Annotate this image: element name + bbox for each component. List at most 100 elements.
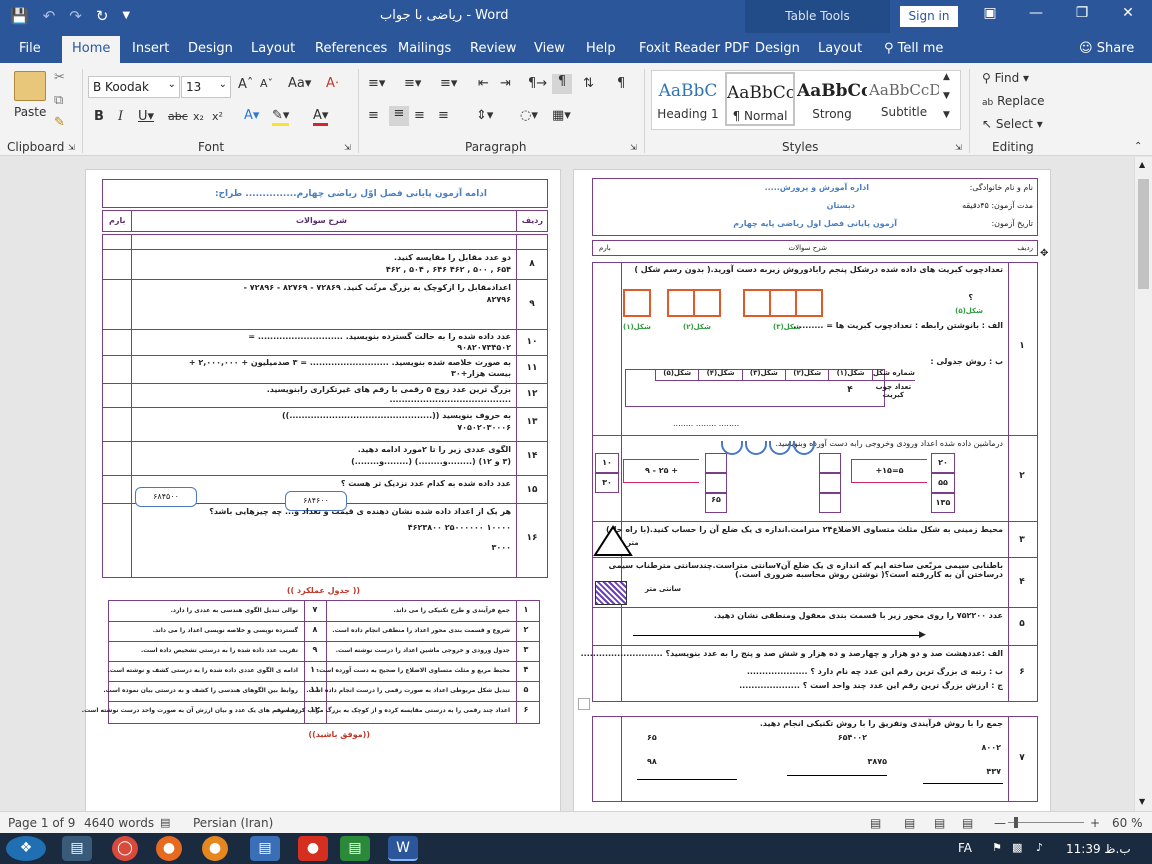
align-center-icon[interactable]: ≡ (389, 106, 409, 126)
vertical-scrollbar[interactable]: ▲ ▼ (1134, 157, 1152, 811)
app-icon-7[interactable]: ▤ (340, 836, 370, 861)
clipboard-launcher-icon[interactable]: ⇲ (68, 143, 75, 152)
underline-icon[interactable]: U▾ (138, 109, 154, 124)
show-marks-icon[interactable]: ¶ (617, 76, 625, 91)
font-launcher-icon[interactable]: ⇲ (344, 143, 351, 152)
collapse-ribbon-icon[interactable]: ⌃ (1134, 141, 1142, 152)
tab-layout[interactable]: Layout (251, 41, 295, 56)
change-case-icon[interactable]: Aa▾ (288, 76, 311, 91)
web-layout-icon[interactable]: ▤ (962, 816, 973, 830)
zoom-in-icon[interactable]: + (1090, 816, 1100, 830)
word-taskbar-icon[interactable]: W (388, 836, 418, 861)
align-left-icon[interactable]: ≡ (368, 108, 379, 123)
firefox-icon[interactable]: ● (156, 836, 182, 861)
text-effects-icon[interactable]: A▾ (244, 108, 259, 123)
tab-foxit[interactable]: Foxit Reader PDF (639, 41, 750, 56)
paragraph-launcher-icon[interactable]: ⇲ (630, 143, 637, 152)
input-language[interactable]: FA (958, 841, 972, 855)
style-subtitle[interactable]: AaBbCcD Subtitle (869, 72, 939, 126)
minimize-icon[interactable]: — (1022, 5, 1050, 21)
undo-icon[interactable]: ↶ (43, 7, 56, 25)
language-indicator[interactable]: Persian (Iran) (193, 816, 273, 830)
highlight-icon[interactable]: ✎▾ (272, 108, 290, 126)
customize-qat-icon[interactable]: ▼ (122, 10, 130, 25)
decrease-indent-icon[interactable]: ⇤ (478, 76, 489, 91)
close-icon[interactable]: ✕ (1114, 5, 1142, 21)
shrink-font-icon[interactable]: Aˇ (260, 77, 273, 90)
tab-insert[interactable]: Insert (132, 41, 169, 56)
clock[interactable]: 11:39 ب.ظ (1066, 842, 1131, 856)
ribbon-display-icon[interactable]: ▣ (976, 5, 1004, 21)
tab-help[interactable]: Help (586, 41, 616, 56)
zoom-slider[interactable] (1008, 822, 1084, 823)
read-mode-icon[interactable]: ▤ (904, 816, 915, 830)
start-button-icon[interactable]: ❖ (6, 836, 46, 861)
copy-icon[interactable]: ⧉ (54, 93, 63, 108)
share-button[interactable]: ☺ Share (1079, 41, 1134, 56)
line-spacing-icon[interactable]: ⇕▾ (476, 108, 493, 123)
increase-indent-icon[interactable]: ⇥ (500, 76, 511, 91)
format-painter-icon[interactable]: ✎ (54, 115, 65, 130)
cut-icon[interactable]: ✂ (54, 70, 65, 85)
styles-scroll-down-icon[interactable]: ▼ (943, 91, 950, 101)
zoom-slider-thumb[interactable] (1014, 817, 1018, 828)
network-icon[interactable]: ▩ (1012, 841, 1022, 854)
print-layout-icon[interactable]: ▤ (934, 816, 945, 830)
tray-flag-icon[interactable]: ⚑ (992, 841, 1002, 854)
subscript-icon[interactable]: x₂ (193, 110, 204, 123)
styles-launcher-icon[interactable]: ⇲ (955, 143, 962, 152)
zoom-level[interactable]: 60 % (1112, 816, 1143, 830)
strikethrough-icon[interactable]: abc (168, 110, 188, 123)
bullets-icon[interactable]: ≡▾ (368, 76, 385, 91)
tell-me-box[interactable]: ⚲ Tell me (884, 41, 943, 56)
rtl-direction-icon[interactable]: ¶ (552, 74, 572, 94)
find-button[interactable]: ⚲ Find ▾ (982, 71, 1029, 85)
tab-home[interactable]: Home (62, 36, 121, 63)
font-size-combo[interactable]: 13 ⌄ (181, 76, 231, 98)
proofing-icon[interactable]: ▤ (160, 816, 170, 829)
chrome-icon[interactable]: ◯ (112, 836, 138, 861)
autosave-icon[interactable]: ↻ (96, 7, 109, 25)
table-move-handle-icon[interactable]: ✥ (1040, 248, 1048, 259)
scroll-down-icon[interactable]: ▼ (1139, 797, 1145, 806)
clear-formatting-icon[interactable]: A⋅ (326, 76, 339, 91)
superscript-icon[interactable]: x² (212, 110, 223, 123)
grow-font-icon[interactable]: Aˆ (238, 77, 253, 92)
tab-review[interactable]: Review (470, 41, 516, 56)
explorer-icon[interactable]: ▤ (62, 836, 92, 861)
style-strong[interactable]: AaBbCc Strong (797, 72, 867, 126)
app-icon-4[interactable]: ● (202, 836, 228, 861)
font-name-combo[interactable]: B Koodak ⌄ (88, 76, 180, 98)
volume-icon[interactable]: ♪ (1036, 841, 1043, 854)
align-right-icon[interactable]: ≡ (414, 108, 425, 123)
styles-more-icon[interactable]: ▼ (943, 110, 950, 120)
save-icon[interactable]: 💾 (10, 7, 29, 25)
page-count[interactable]: Page 1 of 9 (8, 816, 75, 830)
select-button[interactable]: ↖ Select ▾ (982, 117, 1043, 131)
italic-icon[interactable]: I (118, 109, 123, 124)
tab-file[interactable]: File (19, 41, 41, 56)
app-icon-6[interactable]: ● (298, 836, 328, 861)
tab-table-layout[interactable]: Layout (818, 41, 862, 56)
tab-design[interactable]: Design (188, 41, 233, 56)
style-heading1[interactable]: AaBbC Heading 1 (653, 72, 723, 126)
word-count[interactable]: 4640 words (84, 816, 154, 830)
paste-icon[interactable] (14, 71, 46, 101)
scroll-up-icon[interactable]: ▲ (1139, 160, 1145, 169)
tab-view[interactable]: View (534, 41, 565, 56)
style-normal[interactable]: AaBbCcl ¶ Normal (725, 72, 795, 126)
multilevel-list-icon[interactable]: ≡▾ (440, 76, 457, 91)
justify-icon[interactable]: ≡ (438, 108, 449, 123)
paste-button[interactable]: Paste (14, 105, 46, 119)
sort-icon[interactable]: ⇅ (583, 76, 594, 91)
shading-icon[interactable]: ◌▾ (520, 108, 538, 123)
add-row-icon[interactable] (578, 698, 590, 710)
maximize-icon[interactable]: ❐ (1068, 5, 1096, 21)
bold-icon[interactable]: B (94, 109, 104, 124)
tab-references[interactable]: References (315, 41, 387, 56)
app-icon-5[interactable]: ▤ (250, 836, 280, 861)
tab-mailings[interactable]: Mailings (398, 41, 451, 56)
font-color-icon[interactable]: A▾ (313, 108, 329, 126)
tab-table-design[interactable]: Design (755, 41, 800, 56)
sign-in-button[interactable]: Sign in (900, 6, 958, 27)
